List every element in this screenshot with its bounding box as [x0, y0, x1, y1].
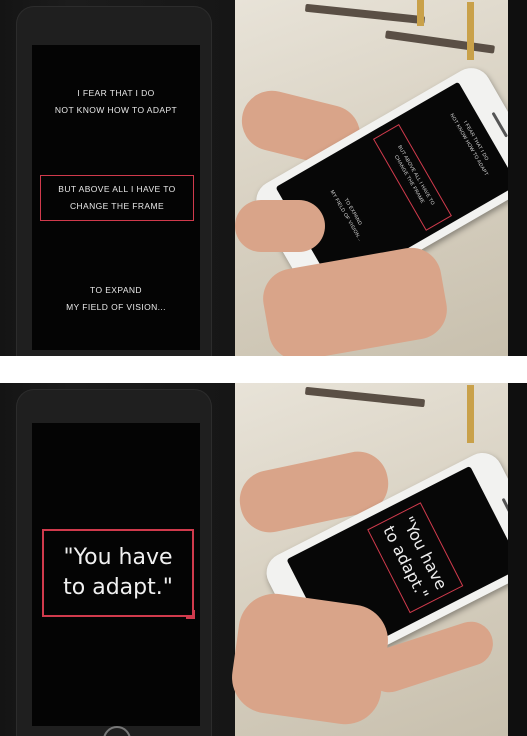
camera-photo: I FEAR THAT I DO NOT KNOW HOW TO ADAPT B…	[235, 0, 527, 356]
camera-photo: "You have to adapt."	[227, 383, 527, 736]
caption-line: TO EXPAND	[90, 285, 142, 295]
video-frame-bottom: "You have to adapt." "You have to adapt.…	[0, 383, 527, 736]
table-leg	[467, 385, 474, 443]
table-leg	[417, 0, 424, 26]
mini-caption-line: I FEAR THAT I DO	[461, 119, 489, 162]
caption-line: BUT ABOVE ALL I HAVE TO	[58, 184, 176, 194]
dark-border	[508, 383, 527, 736]
mini-text-expand: TO EXPAND MY FIELD OF VISION...	[312, 159, 385, 269]
quote-frame: "You have to adapt."	[42, 529, 195, 619]
quote-line: to adapt."	[63, 575, 173, 600]
text-fear: I FEAR THAT I DO NOT KNOW HOW TO ADAPT	[32, 85, 200, 119]
speaker-slot	[491, 111, 509, 138]
mini-highlight-frame: BUT ABOVE ALL I HAVE TO CHANGE THE FRAME	[372, 123, 452, 231]
mini-text-change-frame: BUT ABOVE ALL I HAVE TO CHANGE THE FRAME	[388, 144, 436, 211]
table-edge	[304, 3, 426, 25]
table-leg	[467, 2, 474, 60]
highlight-frame: BUT ABOVE ALL I HAVE TO CHANGE THE FRAME	[40, 175, 194, 221]
caption-line: MY FIELD OF VISION...	[66, 302, 166, 312]
app-screen-recording: "You have to adapt."	[0, 383, 235, 736]
video-frame-top: I FEAR THAT I DO NOT KNOW HOW TO ADAPT B…	[0, 0, 527, 356]
table-edge	[384, 30, 496, 54]
quote-line: "You have	[63, 545, 173, 570]
resize-corner-icon	[186, 610, 195, 619]
hand-palm	[227, 589, 393, 729]
text-change-frame: BUT ABOVE ALL I HAVE TO CHANGE THE FRAME	[58, 181, 175, 215]
mini-quote-frame: "You have to adapt."	[367, 502, 464, 614]
app-screen-recording: I FEAR THAT I DO NOT KNOW HOW TO ADAPT B…	[0, 0, 235, 356]
mini-caption-line: NOT KNOW HOW TO ADAPT	[447, 112, 489, 178]
phone-screen: "You have to adapt."	[32, 423, 200, 726]
text-expand: TO EXPAND MY FIELD OF VISION...	[32, 282, 200, 316]
table-edge	[304, 386, 426, 408]
quote-text: "You have to adapt."	[63, 543, 173, 603]
mini-text-fear: I FEAR THAT I DO NOT KNOW HOW TO ADAPT	[435, 88, 508, 198]
caption-line: CHANGE THE FRAME	[69, 201, 165, 211]
mini-caption-line: TO EXPAND	[341, 197, 363, 227]
caption-line: I FEAR THAT I DO	[77, 88, 155, 98]
phone-screen: I FEAR THAT I DO NOT KNOW HOW TO ADAPT B…	[32, 45, 200, 350]
mini-quote-text: "You have to adapt."	[378, 513, 452, 603]
hand-finger	[235, 200, 325, 252]
dark-border	[508, 0, 527, 356]
caption-line: NOT KNOW HOW TO ADAPT	[54, 105, 178, 115]
